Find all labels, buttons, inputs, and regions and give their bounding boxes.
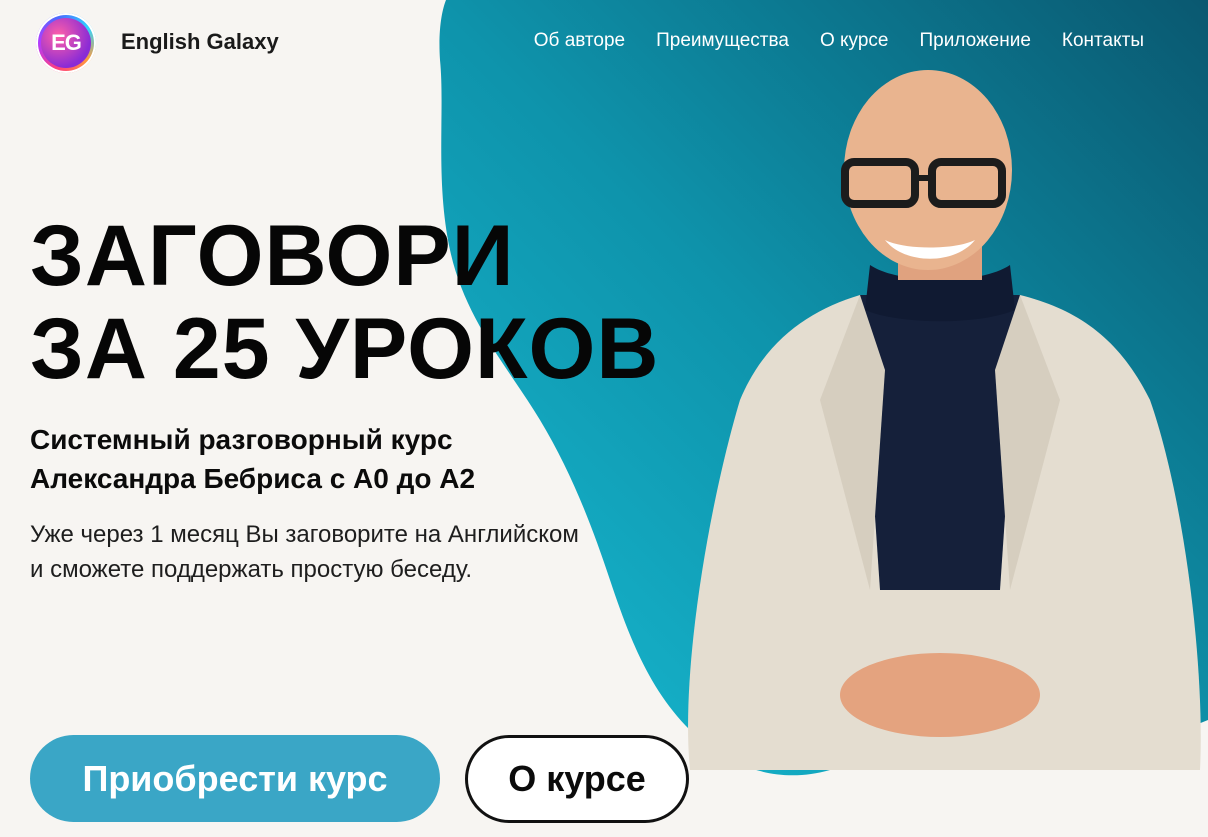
nav-app[interactable]: Приложение <box>919 30 1030 52</box>
hero-title: ЗАГОВОРИ ЗА 25 УРОКОВ <box>30 210 660 396</box>
main-nav: Об авторе Преимущества О курсе Приложени… <box>534 30 1144 52</box>
logo-icon[interactable]: EG <box>36 13 96 73</box>
buy-course-button[interactable]: Приобрести курс <box>30 735 440 822</box>
about-course-button[interactable]: О курсе <box>465 735 689 823</box>
hero-title-line2: ЗА 25 УРОКОВ <box>30 301 660 397</box>
author-photo <box>688 70 1201 770</box>
hero-subtitle-line2: Александра Бебриса с А0 до А2 <box>30 463 476 494</box>
nav-contacts[interactable]: Контакты <box>1062 30 1144 52</box>
hero-subtitle-line1: Системный разговорный курс <box>30 424 453 455</box>
brand-name[interactable]: English Galaxy <box>121 29 279 55</box>
hero-subtitle: Системный разговорный курс Александра Беб… <box>30 420 650 498</box>
nav-about-author[interactable]: Об авторе <box>534 30 625 52</box>
nav-about-course[interactable]: О курсе <box>820 30 889 52</box>
nav-advantages[interactable]: Преимущества <box>656 30 789 52</box>
hero-title-line1: ЗАГОВОРИ <box>30 208 515 304</box>
hero-description: Уже через 1 месяц Вы заговорите на Англи… <box>30 521 579 583</box>
